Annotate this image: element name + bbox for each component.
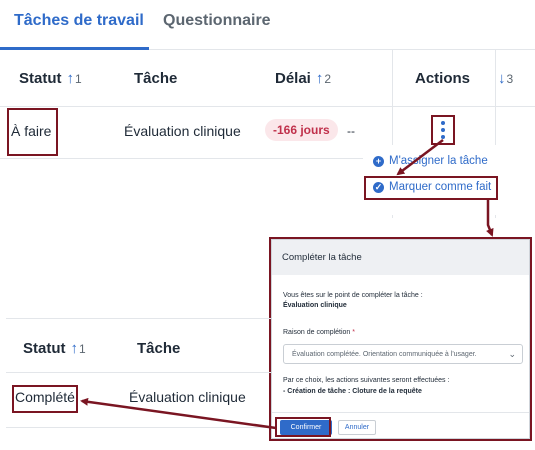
sort-down-icon: ↓	[498, 70, 506, 87]
sort-order-number: 3	[506, 72, 514, 86]
column-header-statut-label: Statut	[23, 340, 66, 357]
kebab-dot	[441, 135, 445, 139]
column-header-extra[interactable]: ↓3	[498, 70, 513, 87]
column-header-delai[interactable]: Délai ↑2	[275, 70, 331, 87]
dialog-footer-divider	[272, 412, 529, 413]
reason-select-value: Évaluation complétée. Orientation commun…	[292, 351, 477, 358]
tab-bar: Tâches de travail Questionnaire	[0, 0, 535, 50]
column-header-statut-label: Statut	[19, 70, 62, 87]
sort-up-icon: ↑	[70, 340, 79, 357]
tab-taches-de-travail[interactable]: Tâches de travail	[14, 12, 144, 30]
tab-questionnaire[interactable]: Questionnaire	[163, 12, 271, 30]
column-header-tache[interactable]: Tâche	[137, 340, 180, 357]
dialog-title: Compléter la tâche	[272, 240, 529, 275]
sort-order-number: 1	[79, 342, 86, 356]
reason-label-text: Raison de complétion	[283, 329, 351, 336]
more-actions-button[interactable]	[431, 115, 455, 145]
menu-item-assign[interactable]: + M'assigner la tâche	[373, 155, 488, 167]
statut-highlight	[7, 108, 58, 156]
delai-badge: -166 jours	[265, 119, 338, 141]
plus-circle-icon: +	[373, 155, 384, 167]
sort-up-icon: ↑	[315, 70, 324, 87]
column-header-statut[interactable]: Statut ↑1	[19, 70, 82, 87]
chevron-down-icon: ⌄	[508, 349, 516, 359]
reason-select[interactable]: Évaluation complétée. Orientation commun…	[283, 344, 523, 364]
cancel-button[interactable]: Annuler	[338, 420, 376, 435]
completed-status-highlight	[12, 385, 78, 413]
confirm-highlight	[275, 417, 331, 437]
reason-label: Raison de complétion *	[283, 329, 355, 336]
sort-order-number: 1	[75, 72, 82, 86]
sort-up-icon: ↑	[66, 70, 75, 87]
table-header-row: Statut ↑1 Tâche Délai ↑2 Actions ↓3	[0, 50, 535, 107]
table-header-row: Statut ↑1 Tâche	[6, 318, 271, 373]
tache-cell: Évaluation clinique	[124, 123, 241, 139]
required-marker: *	[352, 329, 356, 336]
sort-order-number: 2	[324, 72, 332, 86]
column-header-actions: Actions	[415, 70, 471, 87]
kebab-dot	[441, 128, 445, 132]
complete-task-dialog: Compléter la tâche Vous êtes sur le poin…	[271, 239, 530, 439]
column-header-statut[interactable]: Statut ↑1	[23, 340, 86, 357]
completed-tasks-table: Statut ↑1 Tâche Complété Évaluation clini…	[6, 318, 271, 430]
extra-cell: --	[347, 124, 355, 138]
dialog-intro: Vous êtes sur le point de compléter la t…	[283, 292, 423, 299]
dialog-consequence: Par ce choix, les actions suivantes sero…	[283, 377, 450, 384]
menu-item-assign-label: M'assigner la tâche	[389, 155, 488, 167]
dialog-task-name: Évaluation clinique	[283, 302, 347, 309]
tache-cell: Évaluation clinique	[129, 389, 246, 405]
column-header-delai-label: Délai	[275, 70, 311, 87]
kebab-dot	[441, 121, 445, 125]
dialog-action-line: - Création de tâche : Cloture de la requ…	[283, 388, 422, 395]
mark-done-highlight	[364, 176, 498, 200]
column-header-tache[interactable]: Tâche	[134, 70, 177, 87]
